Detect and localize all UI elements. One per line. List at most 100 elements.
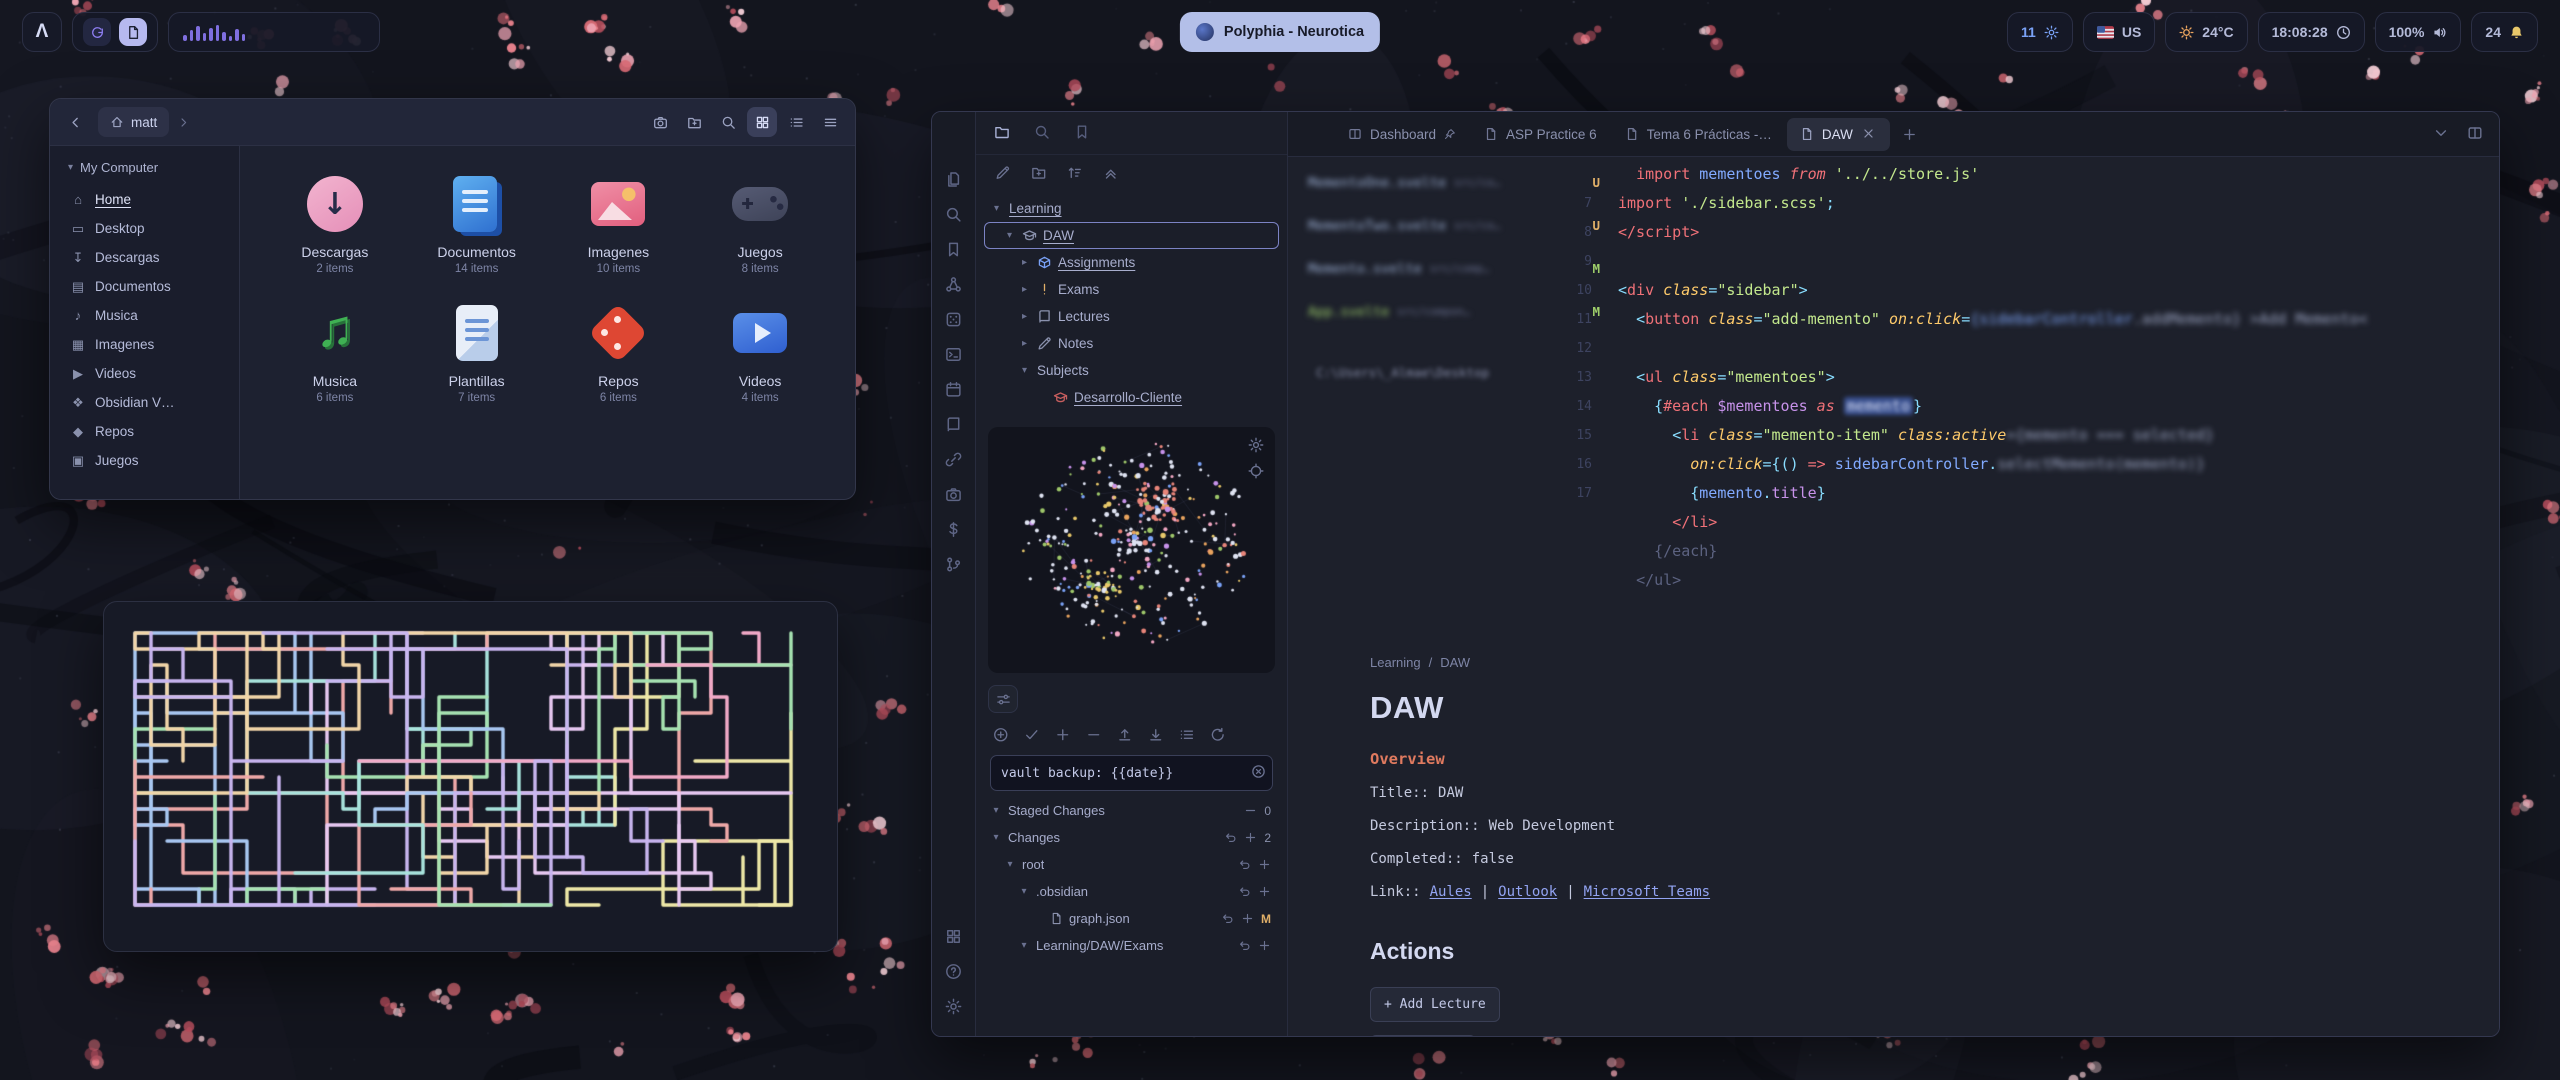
tree-item[interactable]: ▸ Lectures bbox=[984, 303, 1279, 330]
stage-icon[interactable] bbox=[1244, 831, 1257, 844]
clear-commit-button[interactable] bbox=[1249, 764, 1267, 782]
link-outlook[interactable]: Outlook bbox=[1498, 884, 1557, 900]
ribbon-button[interactable] bbox=[938, 199, 970, 230]
git-tool-button[interactable] bbox=[1054, 727, 1072, 745]
sidebar-section-header[interactable]: ▾ My Computer bbox=[60, 158, 229, 185]
folder-item[interactable]: Repos 6 items bbox=[548, 301, 690, 404]
discard-icon[interactable] bbox=[1238, 885, 1251, 898]
folder-item[interactable]: Juegos 8 items bbox=[689, 172, 831, 275]
folder-item[interactable]: Videos 4 items bbox=[689, 301, 831, 404]
topbar-module[interactable]: US bbox=[2083, 12, 2155, 52]
graph-settings-button[interactable] bbox=[1245, 435, 1267, 457]
new-tab-button[interactable] bbox=[1895, 119, 1925, 149]
editor-tab[interactable]: DAW bbox=[1787, 118, 1890, 151]
ribbon-button[interactable] bbox=[938, 409, 970, 440]
ribbon-button[interactable] bbox=[938, 514, 970, 545]
editor-tab[interactable]: ASP Practice 6 bbox=[1471, 118, 1610, 151]
sidebar-item[interactable]: ❖ Obsidian V… bbox=[60, 388, 229, 417]
toolbar-button[interactable] bbox=[645, 107, 675, 137]
discard-icon[interactable] bbox=[1221, 912, 1234, 925]
ribbon-button[interactable] bbox=[938, 921, 970, 952]
split-button[interactable] bbox=[2465, 124, 2485, 144]
media-widget[interactable]: Polyphia - Neurotica bbox=[1180, 12, 1380, 52]
note-breadcrumb[interactable]: Learning / DAW bbox=[1370, 655, 1710, 670]
sidebar-item[interactable]: ▦ Imagenes bbox=[60, 330, 229, 359]
tree-item[interactable]: ▸ Exams bbox=[984, 276, 1279, 303]
link-aules[interactable]: Aules bbox=[1430, 884, 1472, 900]
toolbar-button[interactable] bbox=[815, 107, 845, 137]
sidebar-item[interactable]: ▤ Documentos bbox=[60, 272, 229, 301]
editor-tab[interactable]: Dashboard bbox=[1335, 118, 1469, 151]
git-tool-button[interactable] bbox=[1209, 727, 1227, 745]
close-tab-button[interactable] bbox=[1861, 126, 1877, 142]
unstage-icon[interactable] bbox=[1244, 804, 1257, 817]
ribbon-button[interactable] bbox=[938, 991, 970, 1022]
explorer-tool-button[interactable] bbox=[1066, 165, 1084, 183]
tree-item[interactable]: ▾ Learning bbox=[984, 195, 1279, 222]
sidebar-item[interactable]: ⌂ Home bbox=[60, 185, 229, 214]
panel-tab[interactable] bbox=[1032, 123, 1052, 143]
tree-item[interactable]: Desarrollo-Cliente bbox=[984, 384, 1279, 411]
pane-toggle-button[interactable] bbox=[988, 685, 1018, 713]
folder-item[interactable]: Imagenes 10 items bbox=[548, 172, 690, 275]
ribbon-button[interactable] bbox=[938, 444, 970, 475]
panel-tab[interactable] bbox=[1072, 123, 1092, 143]
breadcrumb[interactable]: matt bbox=[98, 107, 169, 137]
sidebar-item[interactable]: ↧ Descargas bbox=[60, 243, 229, 272]
ribbon-button[interactable] bbox=[938, 549, 970, 580]
git-row[interactable]: ▾ Changes 2 bbox=[984, 824, 1279, 851]
tree-item[interactable]: ▾ Subjects bbox=[984, 357, 1279, 384]
toolbar-button[interactable] bbox=[679, 107, 709, 137]
folder-item[interactable]: Descargas 2 items bbox=[264, 172, 406, 275]
sidebar-item[interactable]: ♪ Musica bbox=[60, 301, 229, 330]
folder-item[interactable]: Documentos 14 items bbox=[406, 172, 548, 275]
tab-list-button[interactable] bbox=[2431, 124, 2451, 144]
sidebar-item[interactable]: ▭ Desktop bbox=[60, 214, 229, 243]
sidebar-item[interactable]: ◆ Repos bbox=[60, 417, 229, 446]
git-tool-button[interactable] bbox=[1147, 727, 1165, 745]
tree-item[interactable]: ▾ DAW bbox=[984, 222, 1279, 249]
stage-icon[interactable] bbox=[1258, 885, 1271, 898]
explorer-tool-button[interactable] bbox=[1030, 165, 1048, 183]
stage-icon[interactable] bbox=[1258, 858, 1271, 871]
link-teams[interactable]: Microsoft Teams bbox=[1584, 884, 1710, 900]
git-row[interactable]: ▾ Staged Changes 0 bbox=[984, 797, 1279, 824]
commit-message-input[interactable] bbox=[990, 755, 1273, 791]
ribbon-button[interactable] bbox=[938, 374, 970, 405]
ribbon-button[interactable] bbox=[938, 956, 970, 987]
git-tool-button[interactable] bbox=[1023, 727, 1041, 745]
explorer-tool-button[interactable] bbox=[994, 165, 1012, 183]
stage-icon[interactable] bbox=[1241, 912, 1254, 925]
explorer-tool-button[interactable] bbox=[1102, 165, 1120, 183]
toolbar-button[interactable] bbox=[747, 107, 777, 137]
ribbon-button[interactable] bbox=[938, 234, 970, 265]
sidebar-item[interactable]: ▶ Videos bbox=[60, 359, 229, 388]
discard-icon[interactable] bbox=[1238, 858, 1251, 871]
sidebar-item[interactable]: ▣ Juegos bbox=[60, 446, 229, 475]
git-row[interactable]: ▾ Learning/DAW/Exams bbox=[984, 932, 1279, 959]
tree-item[interactable]: ▸ Assignments bbox=[984, 249, 1279, 276]
ribbon-button[interactable] bbox=[938, 269, 970, 300]
topbar-module[interactable]: 24°C bbox=[2165, 12, 2247, 52]
power-menu-button[interactable] bbox=[83, 18, 111, 46]
editor-tab[interactable]: Tema 6 Prácticas -… bbox=[1612, 118, 1785, 151]
git-tool-button[interactable] bbox=[1116, 727, 1134, 745]
git-tool-button[interactable] bbox=[1085, 727, 1103, 745]
topbar-module[interactable]: 18:08:28 bbox=[2258, 12, 2365, 52]
folder-item[interactable]: Plantillas 7 items bbox=[406, 301, 548, 404]
ribbon-button[interactable] bbox=[938, 339, 970, 370]
folder-item[interactable]: Musica 6 items bbox=[264, 301, 406, 404]
back-button[interactable] bbox=[60, 107, 90, 137]
action-button[interactable]: + Add Lecture bbox=[1370, 987, 1500, 1022]
git-row[interactable]: ▾ root bbox=[984, 851, 1279, 878]
action-button[interactable]: + Add Note bbox=[1370, 1035, 1476, 1036]
discard-icon[interactable] bbox=[1238, 939, 1251, 952]
toolbar-button[interactable] bbox=[781, 107, 811, 137]
launcher-button[interactable]: Λ bbox=[22, 12, 62, 52]
git-row[interactable]: graph.json M bbox=[984, 905, 1279, 932]
git-tool-button[interactable] bbox=[1178, 727, 1196, 745]
graph-focus-button[interactable] bbox=[1245, 461, 1267, 483]
stage-icon[interactable] bbox=[1258, 939, 1271, 952]
topbar-module[interactable]: 24 bbox=[2471, 12, 2538, 52]
topbar-module[interactable]: 11 bbox=[2007, 12, 2073, 52]
